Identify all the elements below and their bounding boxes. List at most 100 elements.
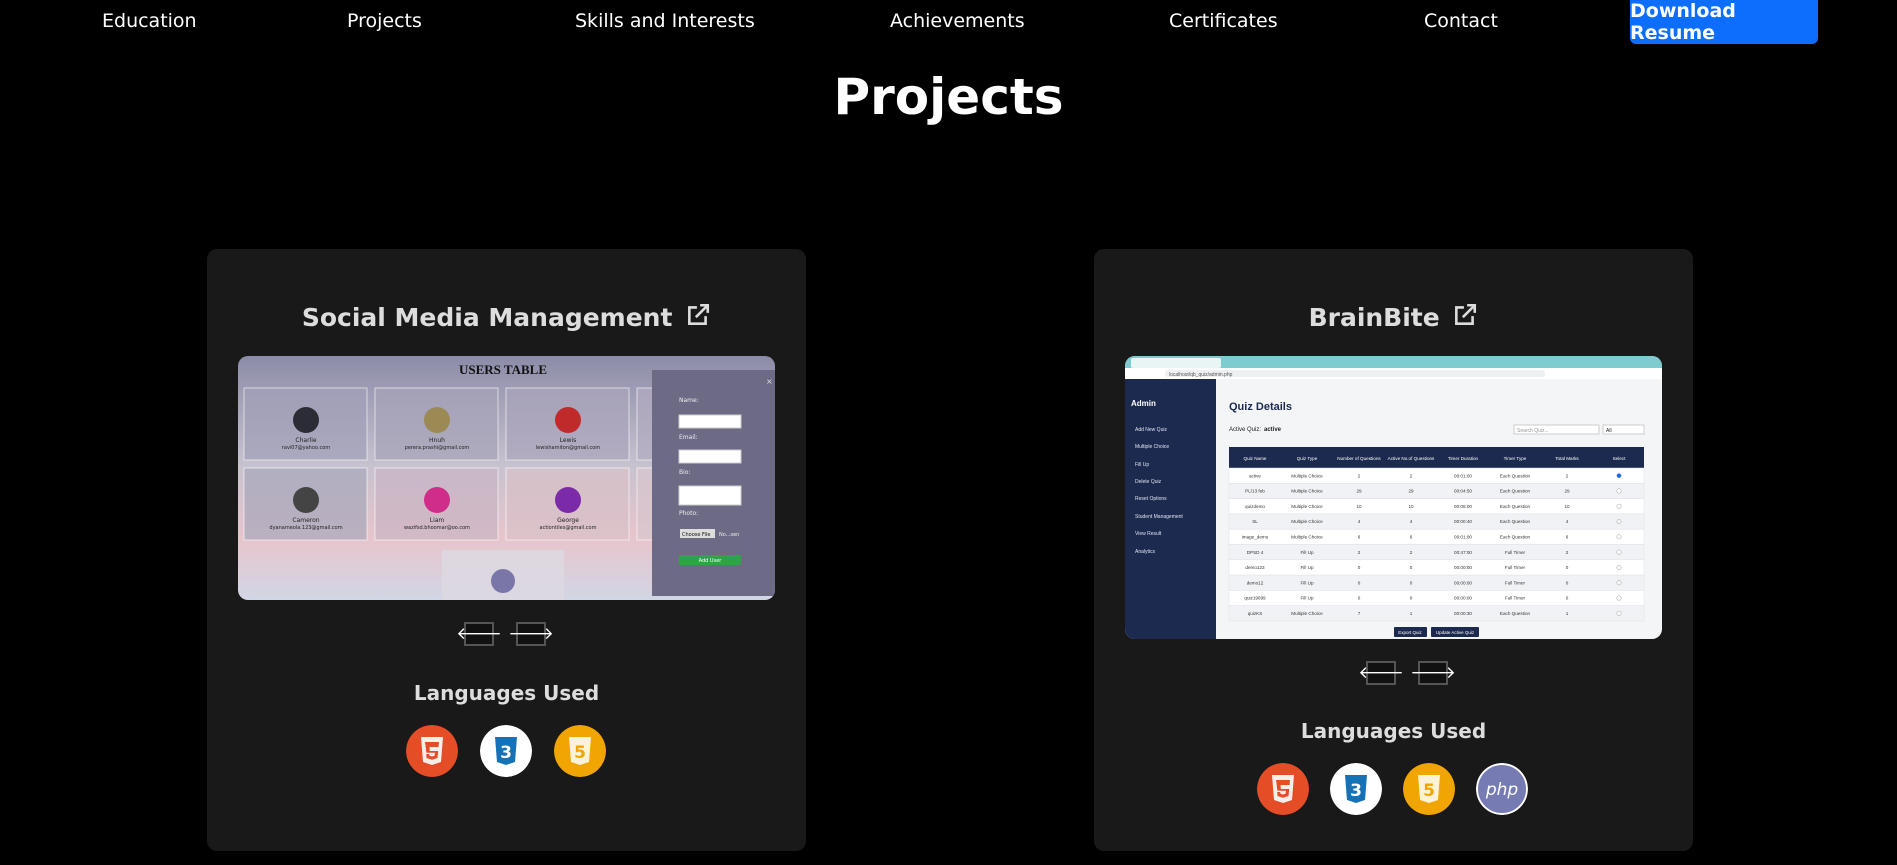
svg-text:wazifsd.bhoomar@oo.com: wazifsd.bhoomar@oo.com: [404, 525, 470, 531]
user-card: Charlie ravi07@yahoo.com: [243, 387, 368, 461]
table-row: active Multiple Choice 2 2 00:01:00 Each Ques…: [1228, 467, 1645, 484]
select-radio[interactable]: [1616, 595, 1622, 601]
svg-text:×: ×: [766, 377, 773, 386]
table-cell: 2: [1358, 473, 1361, 478]
table-cell: Full Timer: [1505, 565, 1526, 570]
user-card: Cameron dyanameola.123@gmail.com: [243, 467, 368, 541]
svg-text:Multiple Choice: Multiple Choice: [1135, 444, 1169, 450]
table-row: demo123 Fill Up 0 0 00:00:00 Full Timer 0: [1228, 559, 1645, 576]
svg-text:Admin: Admin: [1131, 399, 1156, 408]
svg-text:Add User: Add User: [699, 558, 723, 564]
nav-certificates[interactable]: Certificates: [1169, 10, 1278, 32]
table-cell: Fill Up: [1300, 565, 1313, 570]
table-cell: Each Question: [1500, 489, 1531, 494]
nav-contact[interactable]: Contact: [1424, 10, 1498, 32]
project-card-brainbite: BrainBite localhost/qb_quiz/admin.php Ad…: [1094, 249, 1693, 851]
project-card-social-media: Social Media Management USERS TABLE Char…: [207, 249, 806, 851]
project-title: Social Media Management: [301, 303, 673, 332]
table-row: SL Multiple Choice 4 4 00:00:40 Each Question…: [1228, 513, 1645, 530]
svg-text:active: active: [1264, 427, 1282, 433]
top-nav: Education Projects Skills and Interests …: [0, 0, 1897, 44]
table-cell: 00:47:00: [1454, 550, 1472, 555]
table-cell: Each Question: [1500, 473, 1531, 478]
table-cell: 2: [1410, 550, 1413, 555]
nav-education[interactable]: Education: [102, 10, 197, 32]
table-cell: 4: [1566, 519, 1569, 524]
table-cell: 00:05:00: [1454, 504, 1472, 509]
select-radio[interactable]: [1616, 488, 1622, 494]
table-row: quizKS Multiple Choice 7 1 00:00:30 Each Ques…: [1228, 605, 1645, 622]
html5-icon: [406, 725, 458, 777]
svg-text:perera.prashi@gmail.com: perera.prashi@gmail.com: [405, 445, 470, 451]
arrow-left-icon: 🡐: [456, 624, 502, 644]
table-row: quiz19099 Fill Up 0 0 00:00:00 Full Timer 0: [1228, 590, 1645, 606]
table-header-cell: Timer Duration: [1448, 456, 1479, 461]
download-resume-button[interactable]: Download Resume: [1630, 0, 1818, 44]
nav-projects[interactable]: Projects: [347, 10, 422, 32]
table-cell: Multiple Choice: [1291, 519, 1323, 524]
table-header-cell: Timer Type: [1504, 456, 1527, 461]
arrow-right-icon: 🡒: [1410, 663, 1456, 683]
table-row: demo12 Fill Up 0 0 00:00:00 Full Timer 0: [1228, 574, 1645, 591]
svg-text:Active Quiz:: Active Quiz:: [1229, 427, 1261, 433]
table-cell: 6: [1566, 534, 1569, 539]
table-cell: 0: [1358, 596, 1361, 601]
table-cell: 0: [1566, 596, 1569, 601]
table-header-cell: Quiz Name: [1244, 456, 1267, 461]
next-image-button[interactable]: 🡒: [508, 622, 554, 646]
select-radio[interactable]: [1616, 565, 1622, 570]
table-cell: 00:00:00: [1454, 596, 1472, 601]
svg-text:Search Quiz...: Search Quiz...: [1517, 428, 1549, 434]
table-cell: 2: [1410, 473, 1413, 478]
nav-skills[interactable]: Skills and Interests: [575, 10, 755, 32]
select-radio[interactable]: [1616, 534, 1622, 540]
select-radio[interactable]: [1616, 503, 1622, 509]
svg-text:5: 5: [1423, 781, 1435, 801]
table-cell: quizdemo: [1245, 504, 1265, 509]
svg-text:actiontiles@gmail.com: actiontiles@gmail.com: [540, 525, 597, 531]
table-row: DPSD 4 Fill Up 2 2 00:47:00 Full Timer 2: [1228, 544, 1645, 561]
svg-text:Charlie: Charlie: [295, 437, 316, 444]
svg-text:Student Management: Student Management: [1135, 514, 1183, 520]
next-image-button[interactable]: 🡒: [1410, 661, 1456, 685]
table-cell: Fill Up: [1300, 580, 1313, 585]
table-cell: 0: [1358, 565, 1361, 570]
svg-text:Cameron: Cameron: [292, 517, 319, 524]
user-card: Hnuh perera.prashi@gmail.com: [374, 387, 499, 461]
arrow-left-icon: 🡐: [1358, 663, 1404, 683]
table-cell: 00:04:50: [1454, 489, 1472, 494]
svg-text:dyanameola.123@gmail.com: dyanameola.123@gmail.com: [269, 525, 342, 531]
table-cell: 1: [1566, 611, 1569, 616]
table-cell: 4: [1410, 519, 1413, 524]
svg-text:Email:: Email:: [679, 434, 698, 441]
table-cell: Multiple Choice: [1291, 534, 1323, 539]
table-cell: 10: [1408, 504, 1414, 509]
user-card: George actiontiles@gmail.com: [505, 467, 630, 541]
svg-text:Choose File: Choose File: [682, 532, 710, 538]
select-radio[interactable]: [1616, 473, 1622, 479]
table-cell: 00:00:00: [1454, 580, 1472, 585]
prev-image-button[interactable]: 🡐: [456, 622, 502, 646]
table-cell: demo12: [1247, 580, 1264, 585]
table-cell: image_demo: [1242, 534, 1269, 539]
table-cell: quiz19099: [1244, 596, 1266, 601]
nav-achievements[interactable]: Achievements: [890, 10, 1025, 32]
select-radio[interactable]: [1616, 580, 1622, 586]
table-cell: 0: [1566, 580, 1569, 585]
select-radio[interactable]: [1616, 519, 1622, 525]
project-title-link[interactable]: Social Media Management: [207, 302, 806, 332]
project-title-link[interactable]: BrainBite: [1094, 302, 1693, 332]
table-cell: 00:01:00: [1454, 473, 1472, 478]
table-cell: 00:01:00: [1454, 534, 1472, 539]
table-cell: 6: [1358, 534, 1361, 539]
languages-heading: Languages Used: [1300, 719, 1487, 743]
table-cell: active: [1249, 473, 1261, 478]
add-user-form: × Name: Email: Bio: Photo: Choose File N…: [652, 370, 775, 596]
select-radio[interactable]: [1616, 610, 1622, 616]
table-cell: 0: [1566, 565, 1569, 570]
html5-icon: [1257, 763, 1309, 815]
prev-image-button[interactable]: 🡐: [1358, 661, 1404, 685]
select-radio[interactable]: [1616, 549, 1622, 555]
user-card: Liam wazifsd.bhoomar@oo.com: [374, 467, 499, 541]
table-cell: Each Question: [1500, 611, 1531, 616]
